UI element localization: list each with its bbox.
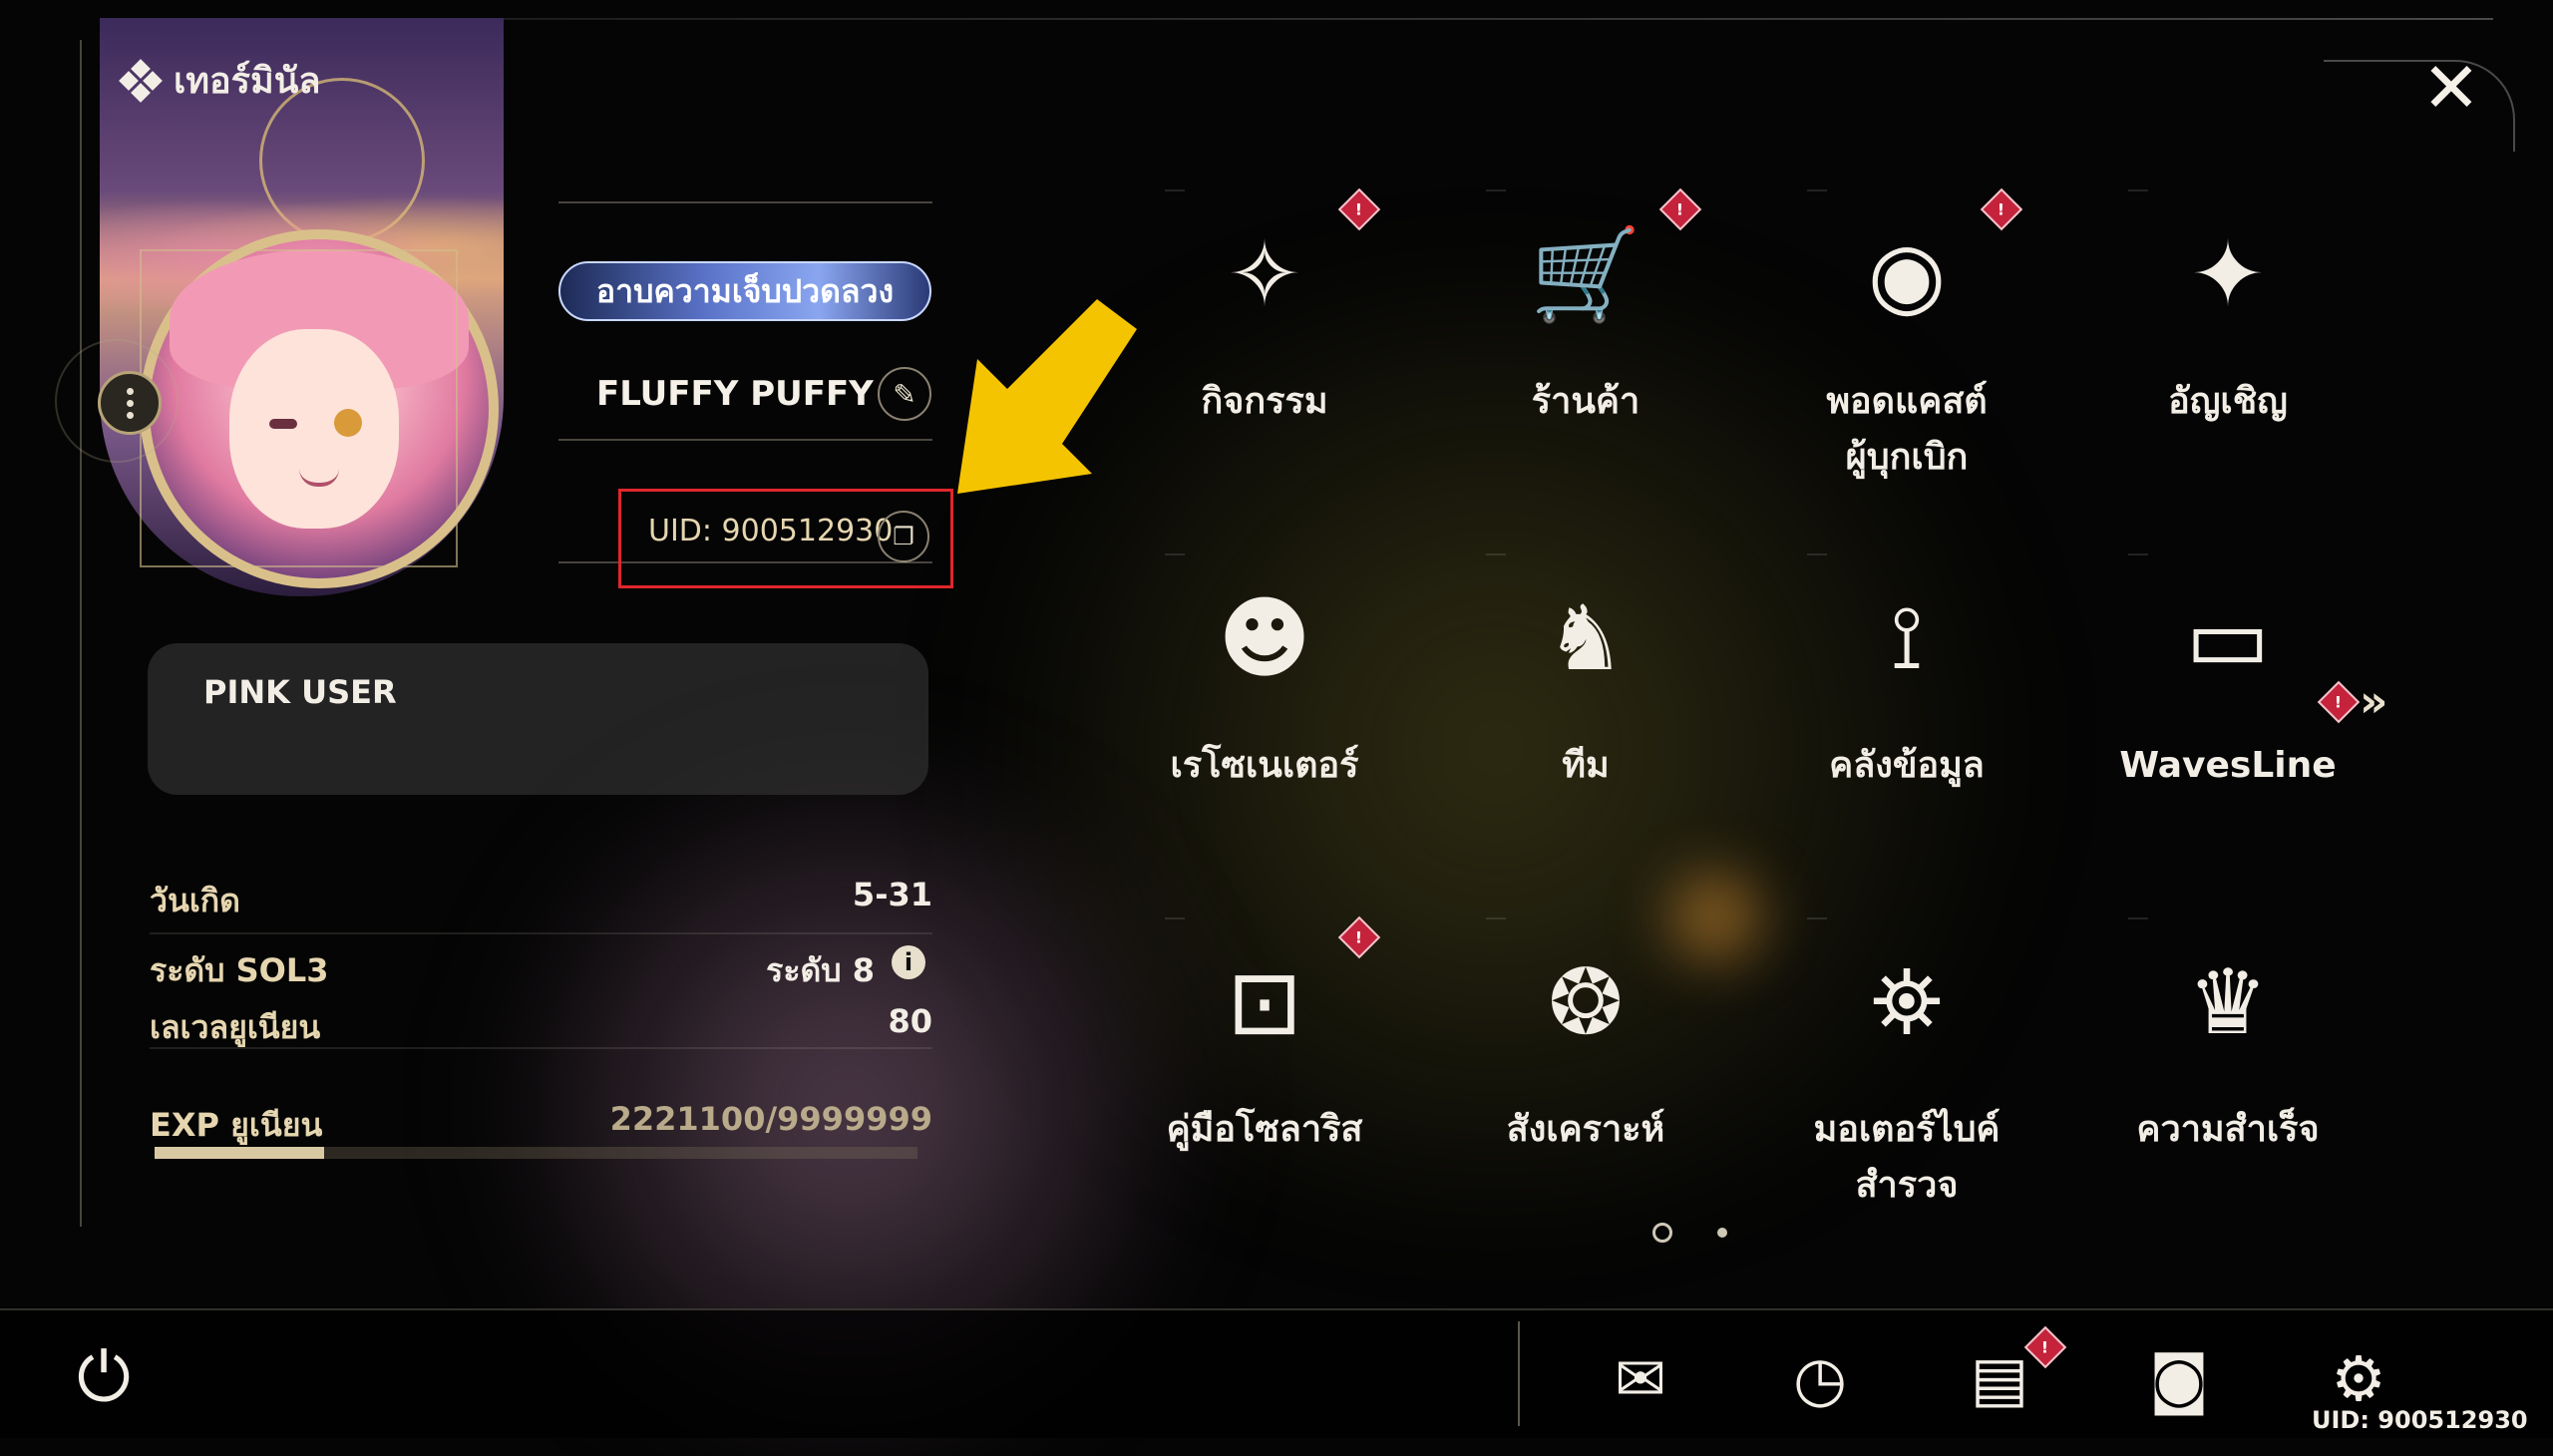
terminal-diamond-icon [119, 58, 163, 103]
feature-shop-cart[interactable]: 🛒 ร้านค้า! [1426, 175, 1745, 504]
notification-badge: ! [1337, 187, 1381, 231]
notification-badge: ! [1980, 187, 2023, 231]
exp-label: EXP ยูเนียน [150, 1106, 323, 1144]
feature-team-chess[interactable]: ♞ ทีม [1426, 539, 1745, 868]
exp-progress-bar [155, 1147, 917, 1159]
feature-label: มอเตอร์ไบค์ สำรวจ [1813, 1109, 2001, 1206]
pencil-icon: ✎ [893, 377, 916, 411]
feature-data-bank[interactable]: ⟟ คลังข้อมูล [1747, 539, 2066, 868]
edit-name-button[interactable]: ✎ [878, 367, 931, 421]
achievement-trophy-icon: ♛ [2187, 949, 2269, 1055]
feature-label: ร้านค้า [1531, 381, 1641, 422]
resonator-head-icon: ☻ [1218, 585, 1311, 691]
motorbike-icon: ⛯ [1871, 949, 1943, 1054]
info-icon[interactable]: i [892, 945, 925, 979]
sol3-label: ระดับ SOL3 [150, 951, 329, 989]
more-dots-icon [126, 387, 134, 395]
signature-box[interactable] [148, 643, 928, 795]
union-level-label: เลเวลยูเนียน [150, 1008, 321, 1046]
close-button[interactable]: ✕ [2411, 47, 2491, 129]
section-title: เทอร์มินัล [174, 61, 321, 102]
power-button[interactable]: ⏻ [62, 1336, 146, 1420]
exp-progress-fill [155, 1147, 324, 1159]
bottom-uid-text: UID: 900512930 [2312, 1406, 2528, 1434]
exp-value: 2221100/9999999 [609, 1100, 932, 1138]
double-chevron-right-icon: » [2360, 676, 2388, 727]
feature-achievement-trophy[interactable]: ♛ ความสำเร็จ [2068, 903, 2387, 1232]
clock-icon: ◷ [1792, 1341, 1848, 1415]
notification-badge: ! [2317, 680, 2361, 723]
feature-label: อัญเชิญ [2168, 381, 2288, 422]
chat-bubble-icon: ▭ [2185, 585, 2271, 691]
feature-motorbike[interactable]: ⛯ มอเตอร์ไบค์ สำรวจ [1747, 903, 2066, 1232]
feature-guidebook[interactable]: ⊡ คู่มือโซลาริส! [1105, 903, 1424, 1232]
feature-label: พอดแคสต์ ผู้บุกเบิก [1826, 381, 1988, 478]
settings-gear-icon: ⚙ [2331, 1341, 2386, 1415]
feature-convene-star[interactable]: ✦ อัญเชิญ [2068, 175, 2387, 504]
data-bank-icon: ⟟ [1890, 585, 1924, 690]
notice-icon: ▤ [1970, 1341, 2029, 1415]
feature-label: เรโซเนเตอร์ [1170, 745, 1359, 786]
feature-label: ทีม [1562, 745, 1610, 786]
close-x-icon: ✕ [2421, 47, 2481, 129]
frame-top-line [499, 18, 2493, 20]
feature-label: กิจกรรม [1201, 381, 1328, 422]
feature-resonator-head[interactable]: ☻ เรโซเนเตอร์ [1105, 539, 1424, 868]
union-level-value: 80 [888, 1002, 932, 1040]
team-chess-icon: ♞ [1545, 585, 1627, 691]
feature-label: สังเคราะห์ [1506, 1109, 1665, 1150]
clock-button[interactable]: ◷ [1775, 1336, 1865, 1420]
feature-podcast[interactable]: ◉ พอดแคสต์ ผู้บุกเบิก! [1747, 175, 2066, 504]
uid-highlight-annotation [618, 489, 953, 588]
birthday-label: วันเกิด [150, 882, 240, 919]
feature-synthesis[interactable]: ❂ สังเคราะห์ [1426, 903, 1745, 1232]
profile-menu-button[interactable] [98, 371, 162, 435]
power-icon: ⏻ [77, 1338, 131, 1417]
terminal-header: เทอร์มินัล [119, 52, 321, 109]
left-rail-line [80, 40, 82, 1227]
next-page-button[interactable]: ! » [2317, 676, 2388, 727]
camera-button[interactable]: ◙ [2134, 1336, 2224, 1420]
convene-star-icon: ✦ [2190, 221, 2266, 327]
notification-badge: ! [1337, 915, 1381, 959]
mail-icon: ✉ [1615, 1341, 1666, 1415]
sol3-value: ระดับ 8 [766, 951, 875, 989]
page-indicator-1[interactable] [1652, 1223, 1672, 1243]
podcast-icon: ◉ [1867, 221, 1947, 327]
feature-label: คู่มือโซลาริส [1166, 1109, 1363, 1150]
username: FLUFFY PUFFY [596, 374, 874, 414]
event-icon: ✧ [1227, 221, 1302, 327]
page-indicator-2[interactable] [1717, 1228, 1727, 1238]
birthday-value: 5-31 [852, 876, 932, 913]
feature-label: ความสำเร็จ [2136, 1109, 2320, 1150]
feature-event[interactable]: ✧ กิจกรรม! [1105, 175, 1424, 504]
feature-label: WavesLine [2119, 745, 2337, 786]
notification-badge: ! [1658, 187, 1702, 231]
feature-label: คลังข้อมูล [1829, 745, 1985, 786]
guidebook-icon: ⊡ [1227, 949, 1302, 1055]
shop-cart-icon: 🛒 [1529, 221, 1642, 327]
signature-text: PINK USER [203, 673, 397, 711]
synthesis-icon: ❂ [1548, 949, 1624, 1055]
title-badge[interactable]: อาบความเจ็บปวดลวง [558, 261, 931, 321]
camera-icon: ◙ [2148, 1341, 2210, 1415]
mail-button[interactable]: ✉ [1596, 1336, 1685, 1420]
